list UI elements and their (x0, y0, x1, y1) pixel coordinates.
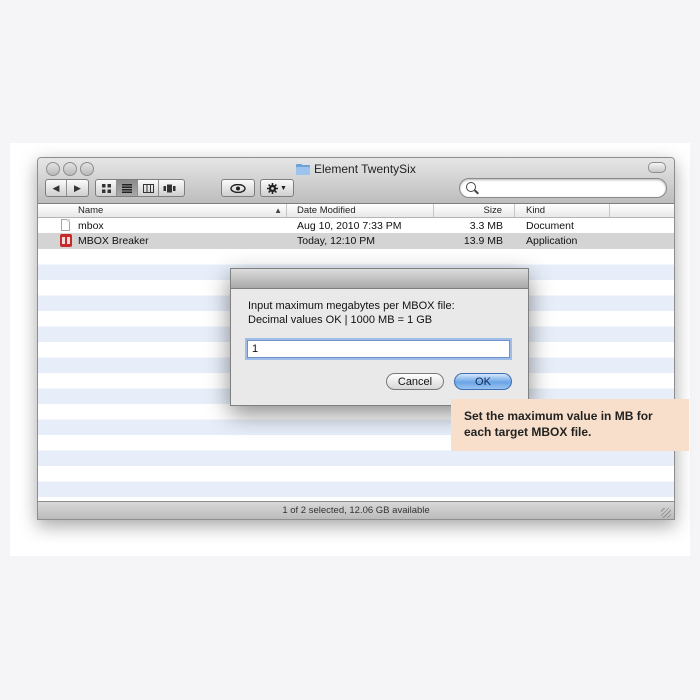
close-window-button[interactable] (46, 162, 60, 176)
navigation-buttons: ◀ ▶ (45, 179, 89, 197)
icon-view-icon[interactable] (96, 180, 117, 196)
window-title-text: Element TwentySix (314, 162, 416, 176)
window-titlebar: Element TwentySix ◀ ▶ ▼ (38, 158, 674, 204)
view-mode-selector (95, 179, 185, 197)
file-date: Today, 12:10 PM (297, 235, 376, 247)
cover-flow-icon[interactable] (159, 180, 180, 196)
file-date: Aug 10, 2010 7:33 PM (297, 220, 402, 232)
column-header-kind-label: Kind (526, 205, 546, 216)
column-header-size[interactable]: Size (434, 204, 515, 217)
eye-icon (230, 183, 246, 193)
column-header-date-label: Date Modified (297, 205, 356, 216)
file-name: MBOX Breaker (78, 235, 149, 247)
file-size: 3.3 MB (469, 220, 503, 232)
column-header-name[interactable]: Name ▲ (38, 204, 287, 217)
document-icon (61, 219, 70, 231)
instruction-callout: Set the maximum value in MB for each tar… (451, 399, 689, 451)
cancel-button[interactable]: Cancel (386, 373, 444, 390)
column-header-name-label: Name (78, 205, 104, 216)
file-kind: Application (526, 235, 578, 247)
file-size: 13.9 MB (463, 235, 503, 247)
file-row[interactable]: mbox Aug 10, 2010 7:33 PM 3.3 MB Documen… (38, 218, 674, 234)
dialog-prompt-line2: Decimal values OK | 1000 MB = 1 GB (248, 314, 433, 326)
zoom-window-button[interactable] (80, 162, 94, 176)
resize-grip-icon[interactable] (661, 508, 671, 518)
quicklook-button[interactable] (221, 179, 255, 197)
file-kind: Document (526, 220, 574, 232)
column-header-size-label: Size (483, 205, 502, 216)
status-bar: 1 of 2 selected, 12.06 GB available (38, 501, 674, 519)
back-arrow-icon[interactable]: ◀ (46, 180, 67, 196)
chevron-down-icon: ▼ (280, 184, 287, 192)
max-size-dialog: Input maximum megabytes per MBOX file: D… (230, 268, 529, 406)
callout-line1: Set the maximum value in MB for (464, 409, 653, 423)
search-icon (466, 182, 476, 192)
minimize-window-button[interactable] (63, 162, 77, 176)
callout-line2: each target MBOX file. (464, 425, 592, 439)
max-megabytes-input[interactable] (247, 340, 510, 358)
file-name: mbox (78, 220, 104, 232)
column-header-row: Name ▲ Date Modified Size Kind (38, 204, 674, 218)
folder-icon (296, 163, 310, 175)
gear-icon (267, 182, 279, 194)
column-view-icon[interactable] (138, 180, 159, 196)
sort-ascending-icon: ▲ (274, 206, 282, 215)
search-field[interactable] (459, 178, 667, 198)
list-view-icon[interactable] (117, 180, 138, 196)
ok-button[interactable]: OK (454, 373, 512, 390)
application-icon (60, 234, 72, 247)
dialog-prompt: Input maximum megabytes per MBOX file: D… (248, 299, 455, 327)
dialog-prompt-line1: Input maximum megabytes per MBOX file: (248, 300, 455, 312)
window-title: Element TwentySix (296, 161, 416, 177)
file-row-selected[interactable]: MBOX Breaker Today, 12:10 PM 13.9 MB App… (38, 233, 674, 249)
column-header-kind[interactable]: Kind (515, 204, 610, 217)
status-text: 1 of 2 selected, 12.06 GB available (282, 505, 430, 516)
action-menu-button[interactable]: ▼ (260, 179, 294, 197)
column-header-date[interactable]: Date Modified (287, 204, 434, 217)
dialog-titlebar (231, 269, 528, 289)
toolbar-toggle-button[interactable] (648, 162, 666, 173)
forward-arrow-icon[interactable]: ▶ (67, 180, 88, 196)
